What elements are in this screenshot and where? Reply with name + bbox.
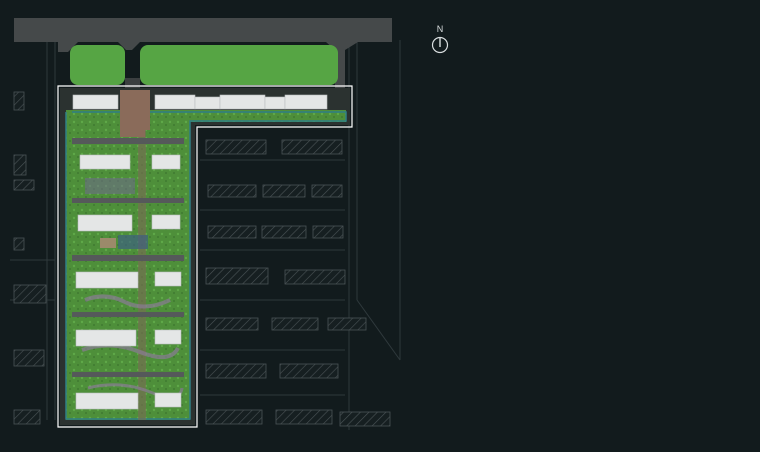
buildings-north-row [72,94,328,110]
north-indicator: N [429,24,451,54]
site-plan-map: N [0,0,760,452]
west-context-buildings [13,91,47,425]
north-lawn-east [140,45,338,85]
site-plan-drawing [10,18,401,430]
north-arrow-icon [431,36,449,54]
east-context-buildings [205,139,391,427]
north-label: N [436,24,444,34]
north-lawn-west [70,45,125,85]
central-axis-plaza [120,90,150,130]
